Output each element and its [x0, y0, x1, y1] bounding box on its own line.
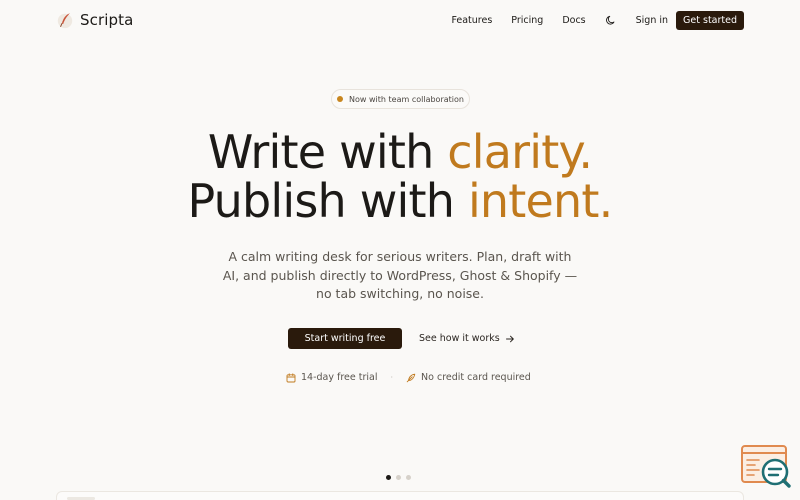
- carousel-dots: [386, 475, 411, 480]
- quill-icon: [57, 13, 73, 29]
- announcement-badge[interactable]: Now with team collaboration: [331, 89, 470, 109]
- headline-line-2-text: Publish with: [187, 174, 468, 228]
- landing-page: Scripta Features Pricing Docs Sign in Ge…: [0, 0, 800, 500]
- headline-line-2: Publish with intent.: [0, 177, 800, 226]
- chat-search-icon: [741, 445, 791, 488]
- nav-features-link[interactable]: Features: [451, 15, 492, 26]
- start-writing-button[interactable]: Start writing free: [288, 328, 402, 349]
- perk-free-trial: 14-day free trial: [286, 372, 378, 383]
- nav-docs-link[interactable]: Docs: [562, 15, 585, 26]
- arrow-right-icon: [505, 335, 514, 342]
- badge-text: Now with team collaboration: [349, 94, 464, 104]
- moon-icon: [606, 15, 615, 25]
- headline-line-1: Write with clarity.: [0, 128, 800, 177]
- carousel-dot-3[interactable]: [406, 475, 411, 480]
- see-how-it-works-label: See how it works: [419, 333, 500, 344]
- feather-icon: [406, 373, 416, 382]
- calendar-icon: [286, 372, 296, 382]
- brand[interactable]: Scripta: [56, 9, 133, 31]
- top-nav: Features Pricing Docs Sign in Get starte…: [451, 10, 744, 30]
- see-how-it-works-link[interactable]: See how it works: [419, 329, 515, 348]
- hero-perks: 14-day free trial · No credit card requi…: [286, 370, 531, 385]
- carousel-dot-1[interactable]: [386, 475, 391, 480]
- site-header: Scripta Features Pricing Docs Sign in Ge…: [0, 0, 800, 40]
- perk-no-credit-card-label: No credit card required: [421, 372, 531, 383]
- perk-separator: ·: [390, 373, 394, 382]
- perk-no-credit-card: No credit card required: [406, 372, 531, 383]
- support-widget-button[interactable]: [740, 444, 792, 492]
- theme-toggle-button[interactable]: [604, 13, 618, 27]
- app-preview-card: [56, 491, 744, 500]
- headline-accent-intent: intent.: [467, 174, 613, 228]
- headline-accent-clarity: clarity.: [447, 125, 593, 179]
- hero-subtitle: A calm writing desk for serious writers.…: [222, 249, 578, 301]
- get-started-button[interactable]: Get started: [676, 10, 744, 30]
- carousel-dot-2[interactable]: [396, 475, 401, 480]
- headline-line-1-text: Write with: [207, 125, 448, 179]
- sign-in-link[interactable]: Sign in: [636, 15, 668, 26]
- hero-headline: Write with clarity. Publish with intent.: [0, 128, 800, 226]
- perk-free-trial-label: 14-day free trial: [301, 372, 378, 383]
- brand-name: Scripta: [80, 11, 134, 29]
- nav-pricing-link[interactable]: Pricing: [511, 15, 543, 26]
- badge-dot: [337, 96, 344, 102]
